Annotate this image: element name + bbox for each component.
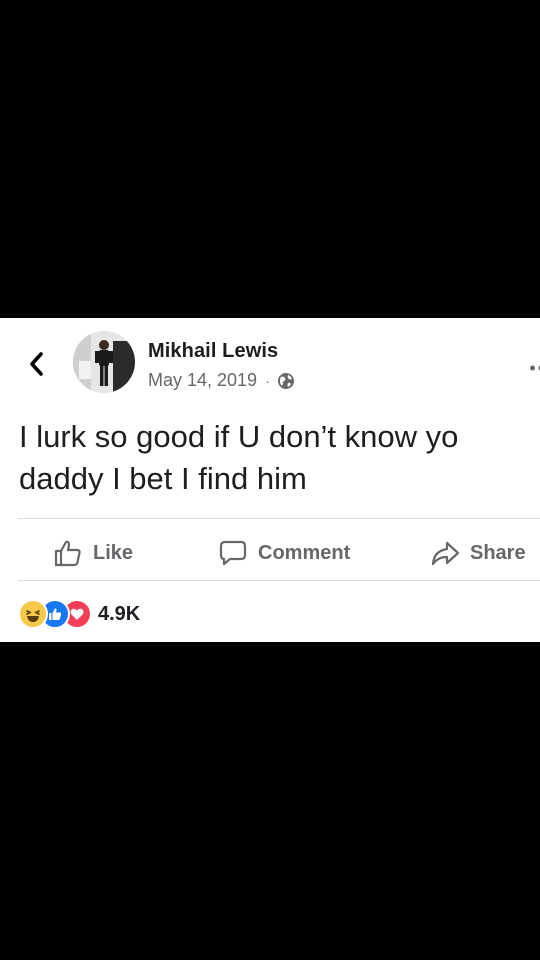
chevron-left-icon — [30, 352, 43, 376]
share-button[interactable]: Share — [430, 528, 526, 578]
comment-button[interactable]: Comment — [218, 528, 350, 578]
more-options-icon[interactable]: •• — [529, 358, 540, 379]
avatar[interactable] — [73, 331, 135, 393]
comment-icon — [219, 540, 247, 566]
author-name[interactable]: Mikhail Lewis — [148, 340, 278, 363]
reaction-count: 4.9K — [98, 602, 141, 625]
post-card: Mikhail Lewis May 14, 2019 · •• I lurk s… — [0, 318, 540, 642]
post-date[interactable]: May 14, 2019 — [148, 370, 257, 391]
comment-label: Comment — [258, 541, 351, 564]
post-text: I lurk so good if U don’t know yo daddy … — [19, 419, 459, 496]
like-button[interactable]: Like — [53, 528, 133, 578]
screen: Mikhail Lewis May 14, 2019 · •• I lurk s… — [0, 0, 540, 960]
post-meta: May 14, 2019 · — [148, 370, 295, 391]
haha-reaction-icon — [18, 599, 48, 629]
action-bar: Like Comment Share — [0, 528, 540, 578]
share-label: Share — [470, 541, 526, 564]
avatar-photo — [73, 331, 135, 393]
back-button[interactable] — [22, 346, 50, 382]
like-label: Like — [93, 541, 134, 564]
reactions-summary[interactable]: 4.9K — [18, 599, 141, 629]
share-arrow-icon — [431, 541, 460, 566]
globe-icon — [277, 372, 294, 389]
divider-top — [18, 518, 540, 519]
divider-bottom — [18, 580, 540, 581]
thumbs-up-icon — [54, 540, 81, 567]
meta-separator: · — [265, 372, 270, 389]
